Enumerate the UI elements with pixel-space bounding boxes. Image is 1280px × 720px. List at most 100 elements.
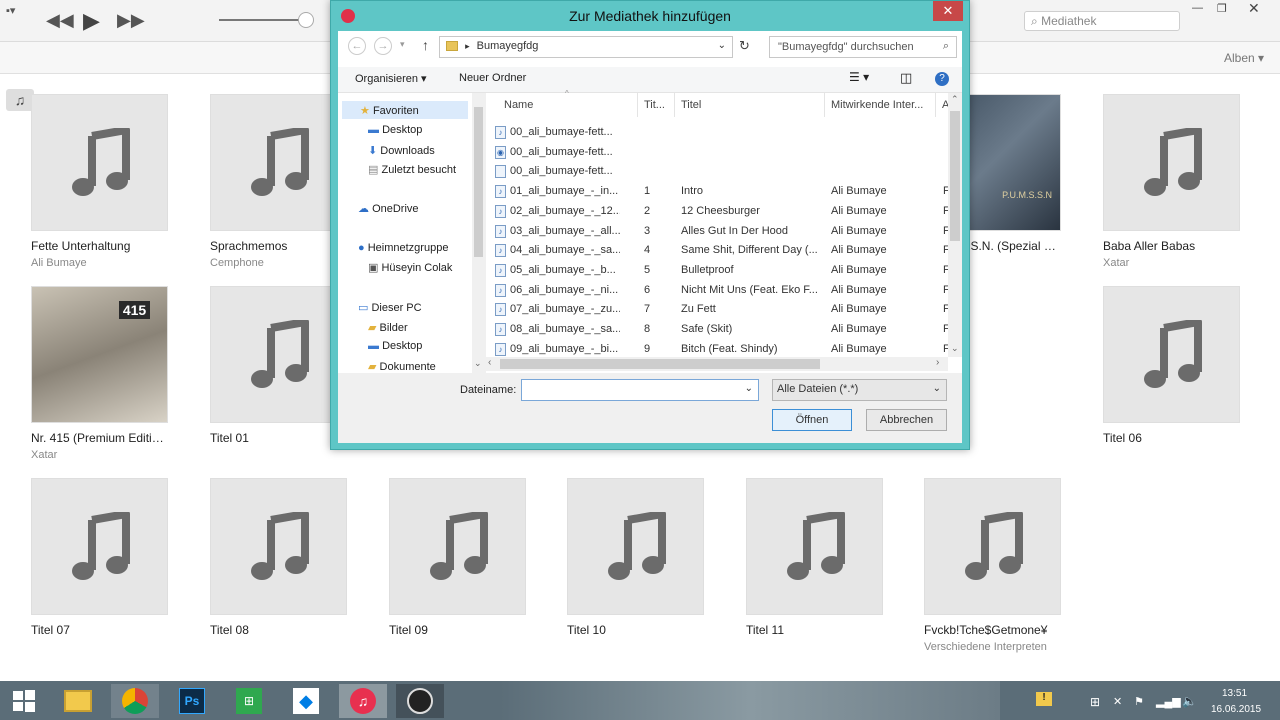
scroll-up-icon[interactable]: ⌃ (951, 94, 959, 105)
album-tile[interactable]: Baba Aller Babas Xatar (1103, 94, 1241, 269)
album-title[interactable]: Fvckb!Tche$Getmone¥ (924, 623, 1062, 637)
file-row[interactable]: ♪ 07_ali_bumaye_-_zu... 7 Zu Fett Ali Bumaye… (338, 300, 948, 320)
filename-dropdown-icon[interactable]: ⌄ (745, 383, 753, 394)
taskbar-itunes[interactable]: ♫ (339, 684, 387, 718)
file-row[interactable]: ♪ 00_ali_bumaye-fett... (338, 123, 948, 143)
album-title[interactable]: Sprachmemos (210, 239, 348, 253)
taskbar-chrome[interactable] (111, 684, 159, 718)
album-artist[interactable]: Xatar (31, 449, 169, 461)
minimize-icon[interactable]: — (1192, 2, 1203, 14)
album-title[interactable]: Titel 08 (210, 623, 348, 637)
signal-icon[interactable]: ▂▄▆ (1156, 695, 1181, 708)
taskbar-obs[interactable] (396, 684, 444, 718)
album-tile[interactable]: Fvckb!Tche$Getmone¥ Verschiedene Interpre… (924, 478, 1062, 653)
nav-documents[interactable]: ▰ Dokumente (368, 360, 436, 373)
album-art-placeholder[interactable] (567, 478, 704, 615)
column-artist[interactable]: Mitwirkende Inter... (831, 99, 923, 111)
address-bar[interactable]: ▸ Bumayegfdg ⌄ (439, 36, 733, 58)
preview-pane-icon[interactable]: ◫ (900, 70, 912, 86)
album-art-placeholder[interactable] (31, 94, 168, 231)
album-tile[interactable]: Titel 07 (31, 478, 169, 641)
album-title[interactable]: Titel 06 (1103, 431, 1241, 445)
album-title[interactable]: Titel 11 (746, 623, 884, 637)
album-art-placeholder[interactable] (210, 286, 347, 423)
file-row[interactable]: ♪ 04_ali_bumaye_-_sa... 4 Same Shit, Differ… (338, 241, 948, 261)
cancel-button[interactable]: Abbrechen (866, 409, 947, 431)
file-row[interactable]: ♪ 08_ali_bumaye_-_sa... 8 Safe (Skit) Ali Bu… (338, 320, 948, 340)
column-title[interactable]: Titel (681, 99, 701, 111)
album-title[interactable]: Fette Unterhaltung (31, 239, 169, 253)
next-icon[interactable]: ▶▶ (117, 10, 145, 31)
scroll-down-icon[interactable]: ⌄ (951, 343, 959, 354)
taskbar-explorer[interactable] (54, 684, 102, 718)
album-art-placeholder[interactable] (389, 478, 526, 615)
file-row[interactable]: ♪ 02_ali_bumaye_-_12... 2 12 Cheesburger Ali… (338, 202, 948, 222)
album-title[interactable]: Titel 01 (210, 431, 348, 445)
maximize-icon[interactable]: ❐ (1217, 2, 1227, 15)
album-tile[interactable]: Titel 01 (210, 286, 348, 449)
library-search-input[interactable]: ⌕ Mediathek (1024, 11, 1180, 31)
album-artist[interactable]: Ali Bumaye (31, 257, 169, 269)
files-hscrollbar-thumb[interactable] (500, 359, 820, 369)
clock-time[interactable]: 13:51 (1222, 688, 1247, 699)
scroll-left-icon[interactable]: ‹ (488, 357, 491, 368)
album-artist[interactable]: Verschiedene Interpreten (924, 641, 1062, 653)
album-tile[interactable]: Titel 10 (567, 478, 705, 641)
album-title[interactable]: Titel 09 (389, 623, 527, 637)
folder-search-input[interactable]: "Bumayegfdg" durchsuchen ⌕ (769, 36, 957, 58)
file-row[interactable]: ♪ 06_ali_bumaye_-_ni... 6 Nicht Mit Uns (Fe… (338, 281, 948, 301)
music-tab-icon[interactable]: ♫ (6, 89, 34, 111)
album-tile[interactable]: 415 Nr. 415 (Premium Edition) Xatar (31, 286, 169, 461)
up-icon[interactable]: ↑ (422, 37, 429, 53)
flag-icon[interactable]: ⚑ (1134, 695, 1144, 708)
refresh-icon[interactable]: ↻ (739, 38, 750, 54)
files-hscrollbar[interactable]: ‹ › (486, 357, 948, 371)
album-art-placeholder[interactable] (924, 478, 1061, 615)
taskbar-store[interactable]: ⊞ (225, 684, 273, 718)
recent-dropdown-icon[interactable]: ▾ (400, 39, 405, 50)
filetype-dropdown-icon[interactable]: ⌄ (933, 383, 941, 394)
file-row[interactable]: ♪ 01_ali_bumaye_-_in... 1 Intro Ali Bumaye F (338, 182, 948, 202)
clock-date[interactable]: 16.06.2015 (1211, 704, 1261, 715)
filetype-select[interactable]: Alle Dateien (*.*) ⌄ (772, 379, 947, 401)
album-tile[interactable]: Sprachmemos Cemphone (210, 94, 348, 269)
nav-favorites[interactable]: ★ Favoriten (360, 104, 419, 117)
previous-icon[interactable]: ◀◀ (46, 10, 74, 31)
menu-icon[interactable]: ▪▾ (6, 4, 15, 17)
volume-knob[interactable] (298, 12, 314, 28)
volume-slider[interactable] (219, 19, 309, 21)
album-title[interactable]: Titel 07 (31, 623, 169, 637)
warning-icon[interactable]: ! (1036, 692, 1052, 706)
filename-input[interactable]: ⌄ (521, 379, 759, 401)
album-tile[interactable]: Fette Unterhaltung Ali Bumaye (31, 94, 169, 269)
close-icon[interactable]: ✕ (1248, 0, 1260, 17)
new-folder-button[interactable]: Neuer Ordner (459, 72, 526, 84)
file-row[interactable]: ♪ 03_ali_bumaye_-_all... 3 Alles Gut In Der… (338, 222, 948, 242)
column-track[interactable]: Tit... (644, 99, 665, 111)
organize-menu[interactable]: Organisieren ▾ (355, 72, 427, 85)
network-error-icon[interactable]: ✕ (1113, 695, 1122, 708)
open-button[interactable]: Öffnen (772, 409, 852, 431)
album-art-placeholder[interactable] (746, 478, 883, 615)
file-row[interactable]: 00_ali_bumaye-fett... (338, 162, 948, 182)
address-dropdown-icon[interactable]: ⌄ (718, 40, 726, 51)
album-title[interactable]: Titel 10 (567, 623, 705, 637)
album-tile[interactable]: Titel 09 (389, 478, 527, 641)
play-icon[interactable]: ▶ (83, 8, 100, 34)
view-selector[interactable]: Alben ▾ (1224, 51, 1264, 65)
album-tile[interactable]: Titel 06 (1103, 286, 1241, 449)
taskbar-dropbox[interactable]: ◆ (282, 684, 330, 718)
file-row[interactable]: ♪ 05_ali_bumaye_-_b... 5 Bulletproof Ali Bum… (338, 261, 948, 281)
scroll-down-icon[interactable]: ⌄ (474, 358, 482, 369)
album-title[interactable]: Baba Aller Babas (1103, 239, 1241, 253)
files-vscrollbar[interactable]: ⌃ ⌄ (948, 93, 962, 357)
volume-icon[interactable]: 🔈 (1182, 694, 1197, 708)
taskbar-photoshop[interactable]: Ps (168, 684, 216, 718)
album-art-placeholder[interactable] (1103, 286, 1240, 423)
album-art-placeholder[interactable] (210, 478, 347, 615)
back-icon[interactable]: ← (348, 37, 366, 55)
album-art-placeholder[interactable] (31, 478, 168, 615)
album-art-placeholder[interactable] (210, 94, 347, 231)
album-artist[interactable]: Cemphone (210, 257, 348, 269)
album-art-placeholder[interactable] (1103, 94, 1240, 231)
